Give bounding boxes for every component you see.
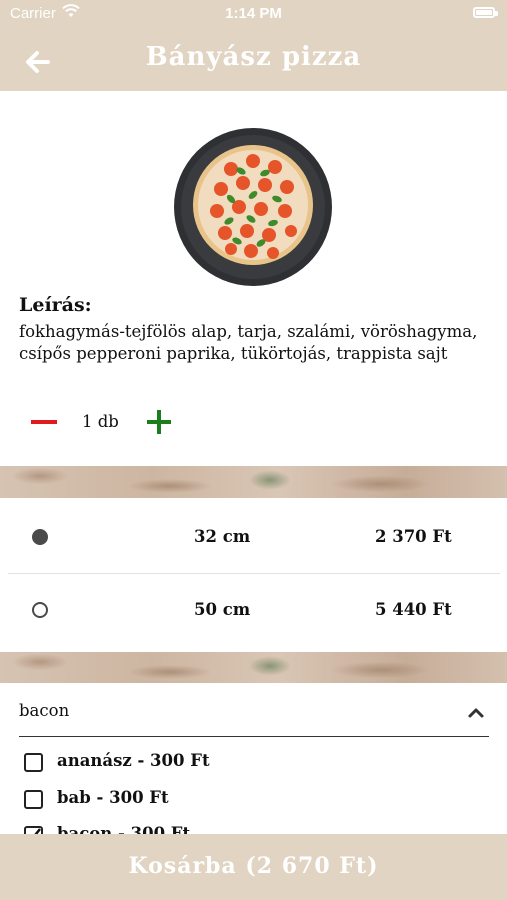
size-label: 50 cm	[194, 600, 251, 619]
size-options: 32 cm 2 370 Ft 50 cm 5 440 Ft	[0, 498, 507, 652]
radio-selected-icon[interactable]	[32, 529, 48, 545]
extra-option-label: ananász - 300 Ft	[57, 751, 210, 770]
size-price: 5 440 Ft	[375, 600, 452, 619]
quantity-value: 1 db	[82, 412, 119, 431]
background-photo-strip	[0, 652, 507, 683]
background-photo-strip	[0, 466, 507, 498]
extra-option-label: bacon - 300 Ft	[57, 824, 191, 834]
description-text: fokhagymás-tejfölös alap, tarja, szalámi…	[19, 322, 478, 363]
checkbox-icon[interactable]	[24, 753, 43, 772]
pizza-image	[173, 127, 333, 287]
extras-section: bacon ananász - 300 Ft bab - 300 Ft baco…	[0, 683, 507, 834]
status-bar: Carrier 1:14 PM	[0, 0, 507, 28]
top-bar: Carrier 1:14 PM Bányász pizza	[0, 0, 507, 91]
size-option-50[interactable]: 50 cm 5 440 Ft	[8, 574, 500, 646]
status-time: 1:14 PM	[225, 5, 282, 22]
chevron-up-icon[interactable]	[466, 705, 486, 719]
quantity-plus-button[interactable]	[147, 410, 171, 434]
add-to-cart-button[interactable]: Kosárba (2 670 Ft)	[0, 834, 507, 900]
quantity-minus-button[interactable]	[31, 410, 57, 434]
size-label: 32 cm	[194, 527, 251, 546]
extras-dropdown-value[interactable]: bacon	[19, 701, 69, 720]
dropdown-underline	[19, 736, 489, 737]
checkbox-icon[interactable]	[24, 790, 43, 809]
add-to-cart-label: Kosárba (2 670 Ft)	[128, 853, 379, 879]
description-label: Leírás:	[19, 294, 92, 316]
battery-icon	[473, 7, 498, 18]
page-title: Bányász pizza	[145, 42, 362, 72]
radio-unselected-icon[interactable]	[32, 602, 48, 618]
checkbox-checked-icon[interactable]	[24, 826, 43, 834]
extra-option-label: bab - 300 Ft	[57, 788, 169, 807]
size-price: 2 370 Ft	[375, 527, 452, 546]
size-option-32[interactable]: 32 cm 2 370 Ft	[8, 501, 500, 574]
